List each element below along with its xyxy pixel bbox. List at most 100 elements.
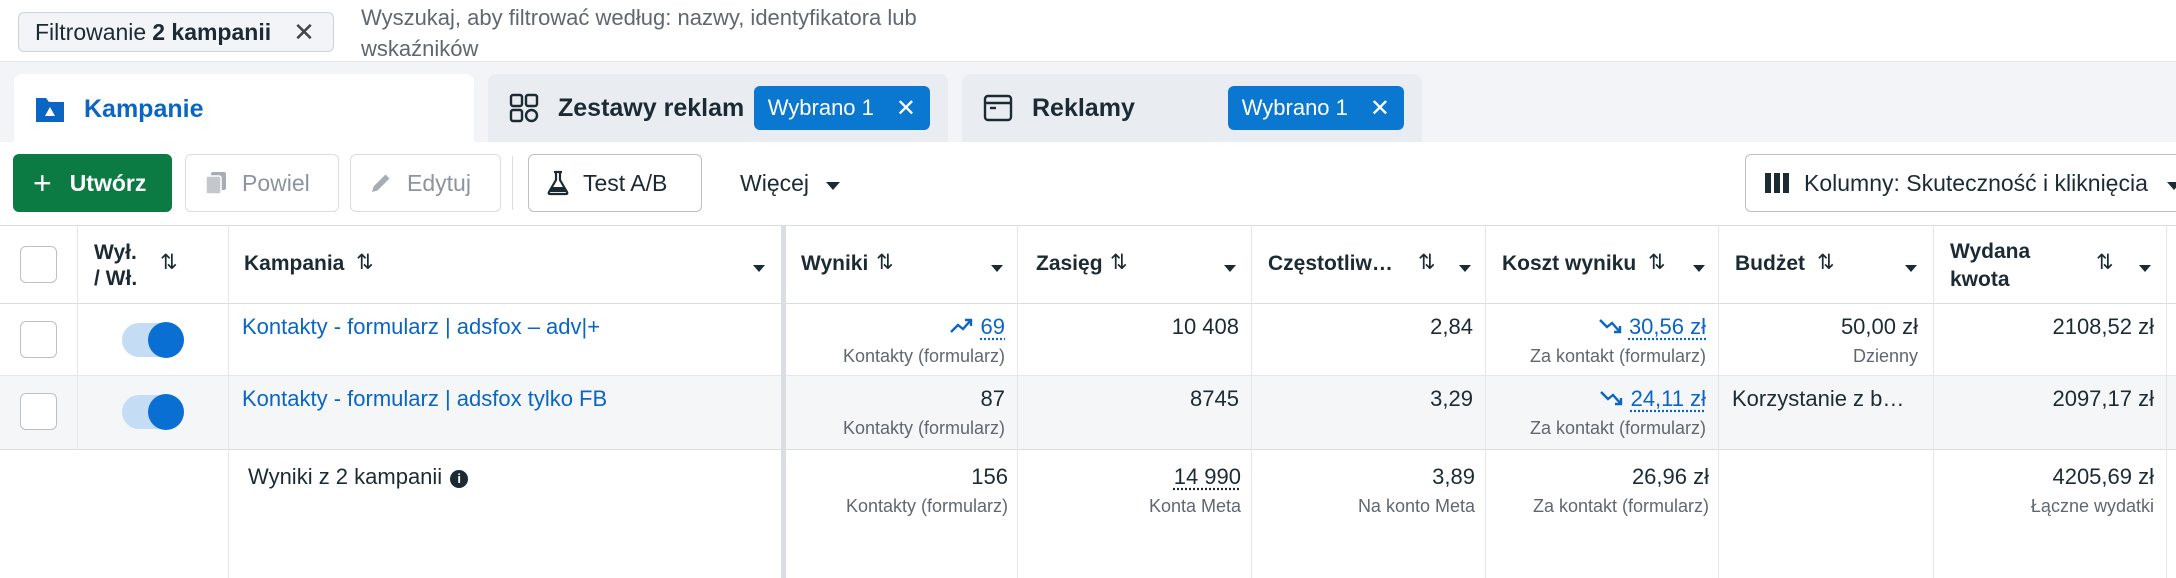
totals-row: Wyniki z 2 kampanii i 156 Kontakty (formu… [0, 450, 2176, 578]
frequency-value: 2,84 [1430, 314, 1473, 339]
tab-ad-sets[interactable]: Zestawy reklam Wybrano 1 ✕ [488, 74, 948, 142]
sort-icon[interactable]: ⇅ [2096, 250, 2114, 275]
row-checkbox[interactable] [20, 393, 57, 430]
col-frequency[interactable]: Częstotliw… [1268, 252, 1393, 276]
ab-test-label: Test A/B [583, 169, 668, 196]
frozen-column-separator[interactable] [781, 226, 786, 578]
create-button[interactable]: + Utwórz [13, 154, 172, 212]
sort-icon[interactable]: ⇅ [1817, 250, 1835, 275]
select-all-checkbox[interactable] [20, 246, 57, 283]
tab-label: Kampanie [84, 94, 204, 123]
filter-chip-prefix: Filtrowanie [35, 18, 147, 45]
totals-reach[interactable]: 14 990 [1174, 464, 1241, 490]
cost-value[interactable]: 30,56 zł [1598, 314, 1706, 340]
columns-label: Kolumny: Skuteczność i kliknięcia [1804, 169, 2148, 196]
col-onoff[interactable]: Wył. / Wł. [94, 240, 137, 292]
results-number[interactable]: 69 [981, 314, 1005, 339]
sort-icon[interactable]: ⇅ [1110, 250, 1128, 275]
trend-down-icon [1598, 319, 1622, 334]
search-input[interactable]: Wyszukaj, aby filtrować według: nazwy, i… [361, 2, 1001, 64]
sort-icon[interactable]: ⇅ [1648, 250, 1666, 275]
column-separator [1251, 226, 1252, 578]
duplicate-icon [204, 170, 228, 196]
create-label: Utwórz [69, 169, 147, 196]
sort-icon[interactable]: ⇅ [356, 250, 374, 275]
column-separator [228, 226, 229, 578]
campaign-toggle[interactable] [122, 394, 184, 430]
totals-frequency-sub: Na konto Meta [1357, 496, 1475, 516]
results-sub: Kontakty (formularz) [842, 418, 1005, 438]
campaign-toggle[interactable] [122, 322, 184, 358]
chevron-down-icon [825, 170, 841, 197]
tab-ads[interactable]: Reklamy Wybrano 1 ✕ [962, 74, 1422, 142]
close-icon[interactable]: ✕ [1370, 94, 1390, 123]
cost-number[interactable]: 30,56 zł [1629, 314, 1706, 339]
chevron-down-icon[interactable] [1458, 260, 1472, 278]
flask-icon [547, 170, 569, 196]
toggle-knob [148, 394, 184, 430]
col-cost-per-result[interactable]: Koszt wyniku [1502, 252, 1636, 276]
cost-value[interactable]: 24,11 zł [1600, 386, 1706, 412]
duplicate-button[interactable]: Powiel [185, 154, 339, 212]
info-icon[interactable]: i [450, 470, 469, 488]
totals-cost: 26,96 zł [1631, 464, 1709, 489]
spent-value: 2108,52 zł [2052, 314, 2154, 339]
col-results[interactable]: Wyniki [801, 252, 868, 276]
more-dropdown[interactable]: Więcej [740, 154, 841, 212]
col-budget[interactable]: Budżet [1735, 252, 1805, 276]
table-row[interactable]: Kontakty - formularz | adsfox tylko FB 8… [0, 376, 2176, 450]
reach-value: 10 408 [1171, 314, 1239, 339]
chevron-down-icon[interactable] [1223, 260, 1237, 278]
campaign-name-link[interactable]: Kontakty - formularz | adsfox – adv|+ [242, 314, 600, 340]
chevron-down-icon[interactable] [1904, 260, 1918, 278]
toggle-knob [148, 322, 184, 358]
filter-bar: Filtrowanie 2 kampanii ✕ Wyszukaj, aby f… [0, 0, 2176, 62]
tab-label: Zestawy reklam [558, 93, 745, 122]
campaign-name-link[interactable]: Kontakty - formularz | adsfox tylko FB [242, 386, 607, 412]
close-icon[interactable]: ✕ [896, 94, 916, 123]
totals-cost-sub: Za kontakt (formularz) [1532, 496, 1709, 516]
trend-down-icon [1600, 391, 1623, 406]
col-onoff-line2: / Wł. [94, 267, 138, 290]
column-separator [1017, 226, 1018, 578]
column-separator [1718, 226, 1719, 578]
table-row[interactable]: Kontakty - formularz | adsfox – adv|+ 69… [0, 304, 2176, 376]
frequency-value: 3,29 [1430, 386, 1473, 411]
toolbar: + Utwórz Powiel Edytuj Test A/B Więcej K… [0, 142, 2176, 226]
col-reach[interactable]: Zasięg [1036, 252, 1103, 276]
selected-pill[interactable]: Wybrano 1 ✕ [1227, 86, 1404, 130]
totals-label: Wyniki z 2 kampanii i [248, 464, 469, 490]
chevron-down-icon [2166, 170, 2176, 197]
col-amount-spent[interactable]: Wydana kwota [1950, 238, 2030, 294]
selected-pill[interactable]: Wybrano 1 ✕ [753, 86, 930, 130]
ad-sets-grid-icon [508, 92, 540, 124]
sort-icon[interactable]: ⇅ [1418, 250, 1436, 275]
cost-number[interactable]: 24,11 zł [1631, 386, 1706, 411]
row-checkbox[interactable] [20, 321, 57, 358]
chevron-down-icon[interactable] [990, 260, 1004, 278]
filter-chip[interactable]: Filtrowanie 2 kampanii ✕ [18, 12, 334, 52]
column-separator [2166, 226, 2167, 578]
results-sub: Kontakty (formularz) [842, 346, 1005, 366]
totals-reach-sub: Konta Meta [1148, 496, 1241, 516]
more-label: Więcej [740, 169, 810, 196]
columns-dropdown[interactable]: Kolumny: Skuteczność i kliknięcia [1745, 154, 2176, 212]
pill-label: Wybrano 1 [767, 95, 874, 120]
chevron-down-icon[interactable] [752, 260, 766, 278]
results-value[interactable]: 69 [950, 314, 1005, 340]
cost-sub: Za kontakt (formularz) [1529, 418, 1706, 438]
col-campaign[interactable]: Kampania [244, 252, 344, 276]
chevron-down-icon[interactable] [2138, 260, 2152, 278]
toolbar-divider [512, 156, 513, 210]
sort-icon[interactable]: ⇅ [160, 250, 178, 275]
ab-test-button[interactable]: Test A/B [528, 154, 702, 212]
pencil-icon [369, 171, 393, 195]
col-spent-line2: kwota [1950, 268, 2010, 291]
chevron-down-icon[interactable] [1692, 260, 1706, 278]
tab-campaigns[interactable]: Kampanie [14, 74, 474, 144]
sort-icon[interactable]: ⇅ [876, 250, 894, 275]
close-icon[interactable]: ✕ [293, 19, 315, 45]
campaign-folder-icon [34, 93, 66, 125]
edit-button[interactable]: Edytuj [350, 154, 501, 212]
spent-value: 2097,17 zł [2052, 386, 2154, 411]
